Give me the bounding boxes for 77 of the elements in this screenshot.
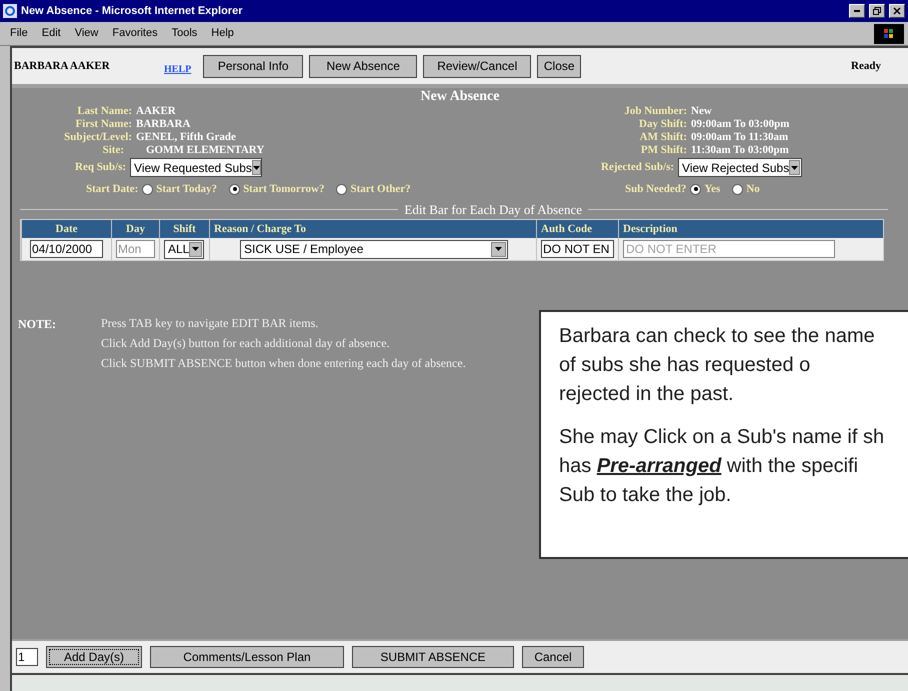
section-title: Edit Bar for Each Day of Absence: [403, 200, 583, 219]
field-value: New: [691, 105, 713, 118]
field-label: Site:: [102, 144, 125, 157]
nav-button[interactable]: Review/Cancel: [423, 54, 532, 78]
action-button[interactable]: Cancel: [522, 646, 584, 668]
field-label: AM Shift:: [638, 131, 687, 144]
status-text: Ready: [851, 58, 881, 74]
field-value: 09:00am To 03:00pm: [691, 118, 790, 131]
restore-icon: [873, 7, 881, 15]
field-label: Req Sub/s:: [75, 160, 126, 176]
radio-button[interactable]: [229, 184, 240, 195]
field-label: PM Shift:: [640, 144, 687, 157]
action-button[interactable]: SUBMIT ABSENCE: [352, 646, 514, 668]
field-label: Last Name:: [76, 105, 132, 118]
window-title: New Absence - Microsoft Internet Explorer: [21, 4, 244, 19]
menu-item[interactable]: Help: [211, 25, 234, 42]
windows-logo-icon: [874, 24, 904, 44]
radio-button[interactable]: [690, 184, 702, 195]
menu-item[interactable]: Edit: [42, 25, 61, 42]
field-value: GOMM ELEMENTARY: [145, 144, 266, 157]
callout-text: She may Click on a Sub's name if sh: [559, 425, 886, 450]
day-field: Mon: [116, 240, 155, 258]
menu-item[interactable]: Favorites: [112, 25, 158, 42]
action-button[interactable]: Comments/Lesson Plan: [150, 646, 344, 668]
field-label: Start Date:: [86, 182, 138, 197]
nav-button[interactable]: Personal Info: [203, 54, 304, 78]
nav-button[interactable]: New Absence: [309, 54, 418, 78]
field-label: Job Number:: [623, 105, 687, 118]
nav-button[interactable]: Close: [537, 54, 582, 78]
note-text: Click Add Day(s) button for each additional day of absence.: [101, 335, 391, 351]
field-value: BARBARA: [136, 118, 192, 131]
field-value: GENEL, Fifth Grade: [136, 131, 237, 144]
callout-text: Sub to take the job.: [559, 483, 732, 508]
note-text: Click SUBMIT ABSENCE button when done entering each day of absence.: [101, 355, 466, 371]
radio-label: Start Today?: [156, 182, 218, 197]
radio-label: Yes: [704, 182, 720, 197]
radio-label: No: [746, 182, 760, 197]
page-title: New Absence: [420, 89, 500, 105]
menu-item[interactable]: File: [10, 25, 28, 42]
browser-icon: [3, 4, 17, 18]
callout-text: rejected in the past.: [559, 382, 735, 407]
auth-code-field[interactable]: DO NOT EN: [541, 240, 614, 258]
close-button[interactable]: [889, 4, 905, 18]
minimize-icon: [854, 10, 860, 12]
callout-text: has Pre-arranged with the specifi: [559, 454, 860, 479]
field-label: First Name:: [74, 118, 132, 131]
note-label: NOTE:: [18, 316, 58, 333]
field-label: Rejected Sub/s:: [601, 160, 674, 176]
menu-item[interactable]: View: [74, 25, 98, 42]
rejected-subs-dropdown[interactable]: View Rejected Subs: [678, 158, 802, 177]
restore-button[interactable]: [869, 4, 885, 18]
field-label: Sub Needed?: [625, 182, 686, 197]
radio-button[interactable]: [732, 184, 744, 195]
requested-subs-dropdown[interactable]: View Requested Subs: [130, 158, 262, 177]
radio-button[interactable]: [142, 184, 154, 195]
radio-label: Start Other?: [350, 182, 411, 197]
shift-dropdown[interactable]: ALL: [164, 240, 204, 258]
action-button[interactable]: Add Day(s): [46, 646, 142, 668]
minimize-button[interactable]: [849, 4, 865, 18]
description-field[interactable]: DO NOT ENTER: [623, 240, 835, 258]
field-value: AAKER: [136, 105, 177, 118]
reason-dropdown[interactable]: SICK USE / Employee: [240, 240, 508, 258]
date-field[interactable]: 04/10/2000: [30, 240, 103, 258]
note-text: Press TAB key to navigate EDIT BAR items.: [101, 315, 320, 331]
radio-label: Start Tomorrow?: [243, 182, 324, 197]
field-value: 09:00am To 11:30am: [691, 131, 790, 144]
days-count-field[interactable]: 1: [16, 648, 38, 666]
field-value: 11:30am To 03:00pm: [691, 144, 790, 157]
help-link[interactable]: HELP: [164, 62, 192, 76]
field-label: Subject/Level:: [63, 131, 132, 144]
menu-item[interactable]: Tools: [172, 25, 198, 42]
callout-text: Barbara can check to see the name: [559, 324, 876, 349]
callout-text: of subs she has requested o: [559, 353, 812, 378]
close-icon: [893, 7, 901, 15]
user-name: BARBARA AAKER: [14, 58, 111, 74]
field-label: Day Shift:: [638, 118, 687, 131]
radio-button[interactable]: [336, 184, 348, 195]
